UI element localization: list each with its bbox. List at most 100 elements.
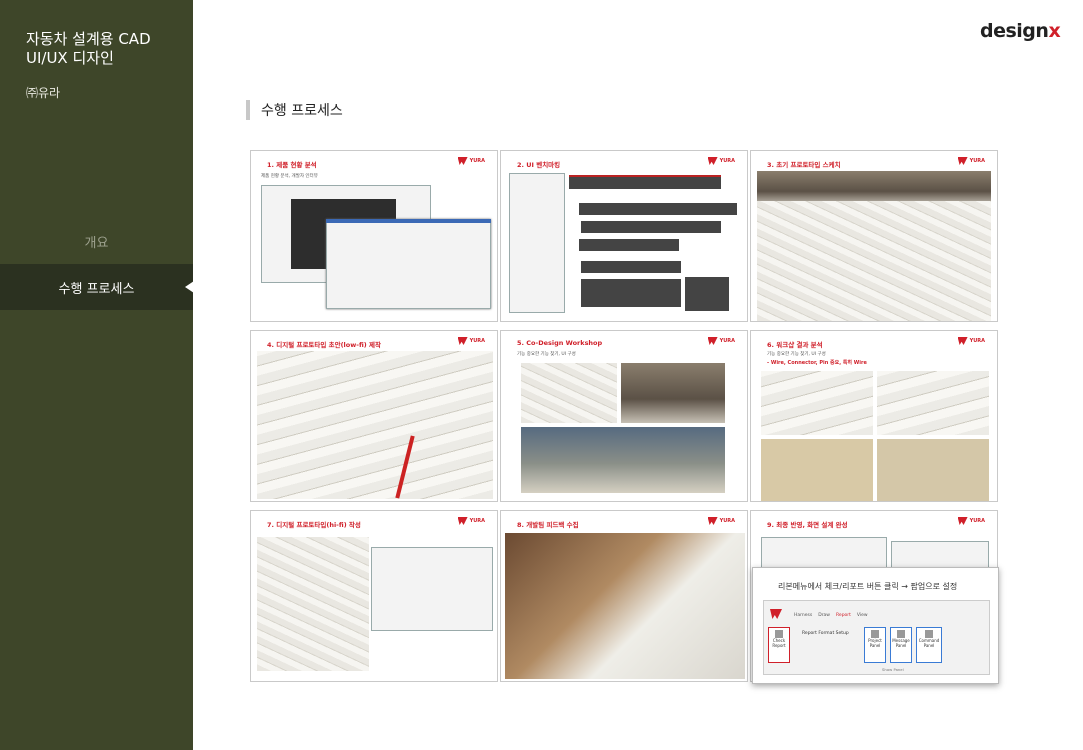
check-report-button[interactable]: Check Report (768, 627, 790, 663)
logo-text: design (980, 20, 1049, 42)
button-label: Check Report (772, 638, 786, 648)
screenshot-ribbon-6 (581, 279, 681, 307)
brand-mark-icon (457, 517, 468, 525)
brand-text: YURA (719, 158, 735, 164)
tab-report[interactable]: Report (836, 613, 851, 618)
card-note: - Wire, Connector, Pin 중요, 특히 Wire (767, 360, 867, 366)
photo-result-1 (761, 371, 873, 435)
app-logo-icon (770, 609, 782, 619)
process-card-8: 8. 개발팀 피드백 수집 YURA (500, 510, 748, 682)
panel-icon (871, 630, 879, 638)
brand-badge: YURA (707, 337, 735, 345)
tab-draw[interactable]: Draw (818, 613, 830, 618)
project-panel-button[interactable]: Project Panel (864, 627, 886, 663)
panel-icon (925, 630, 933, 638)
message-panel-button[interactable]: Message Panel (890, 627, 912, 663)
brand-mark-icon (457, 337, 468, 345)
window-titlebar (326, 219, 491, 223)
screenshot-schematic (326, 219, 491, 309)
nav-item-label: 수행 프로세스 (58, 281, 135, 297)
card-title: 6. 워크샵 결과 분석 (767, 341, 823, 349)
brand-badge: YURA (957, 337, 985, 345)
card-subtitle: 기능 중요한 기능 찾기, UI 구성 (767, 352, 826, 357)
brand-text: YURA (719, 518, 735, 524)
brand-text: YURA (469, 158, 485, 164)
photo-result-2 (877, 371, 989, 435)
brand-mark-icon (957, 157, 968, 165)
process-card-5: 5. Co-Design Workshop YURA 기능 중요한 기능 찾기,… (500, 330, 748, 502)
screenshot-tree-panel (509, 173, 565, 313)
photo-dev-feedback (505, 533, 745, 679)
button-label: Project Panel (868, 638, 882, 648)
brand-badge: YURA (957, 517, 985, 525)
project-title: 자동차 설계용 CAD UI/UX 디자인 (26, 30, 151, 67)
photo-workshop-screen (621, 363, 725, 423)
brand-text: YURA (969, 158, 985, 164)
brand-mark-icon (957, 517, 968, 525)
ribbon-popup-callout: 리본메뉴에서 체크/리포트 버튼 클릭 → 팝업으로 설정 Harness Dr… (752, 567, 999, 684)
screenshot-ribbon-4 (579, 239, 679, 251)
brand-text: YURA (469, 338, 485, 344)
card-title: 3. 초기 프로토타입 스케치 (767, 161, 841, 169)
photo-workshop-team (521, 427, 725, 493)
card-title: 2. UI 벤치마킹 (517, 161, 561, 169)
brand-text: YURA (969, 518, 985, 524)
screenshot-ribbon-7 (685, 277, 729, 311)
process-card-6: 6. 워크샵 결과 분석 YURA 기능 중요한 기능 찾기, UI 구성 - … (750, 330, 998, 502)
brand-badge: YURA (457, 157, 485, 165)
brand-text: YURA (719, 338, 735, 344)
screenshot-hifi-window (371, 547, 493, 631)
brand-logo[interactable]: designx (980, 20, 1061, 42)
panel-icon (897, 630, 905, 638)
popup-title: 리본메뉴에서 체크/리포트 버튼 클릭 → 팝업으로 설정 (778, 582, 958, 591)
photo-result-3 (761, 439, 873, 501)
nav-item-overview[interactable]: 개요 (0, 218, 193, 264)
card-title: 8. 개발팀 피드백 수집 (517, 521, 579, 529)
brand-text: YURA (469, 518, 485, 524)
command-panel-button[interactable]: Command Panel (916, 627, 942, 663)
process-card-2: 2. UI 벤치마킹 YURA (500, 150, 748, 322)
brand-badge: YURA (707, 157, 735, 165)
photo-hifi-prints (257, 537, 369, 671)
card-subtitle: 제품 현황 분석, 개발자 인터뷰 (261, 174, 318, 179)
button-label: Message Panel (892, 638, 910, 648)
brand-badge: YURA (957, 157, 985, 165)
card-title: 7. 디지털 프로토타입(hi-fi) 작성 (267, 521, 361, 529)
card-title: 9. 최종 반영, 화면 설계 완성 (767, 521, 848, 529)
card-title: 5. Co-Design Workshop (517, 339, 603, 347)
brand-badge: YURA (457, 337, 485, 345)
brand-mark-icon (707, 157, 718, 165)
logo-accent: x (1048, 20, 1061, 42)
brand-mark-icon (707, 517, 718, 525)
process-card-3: 3. 초기 프로토타입 스케치 YURA (750, 150, 998, 322)
photo-workshop-room (757, 171, 991, 205)
active-pointer-icon (185, 281, 194, 293)
process-card-1: 1. 제품 현황 분석 YURA 제품 현황 분석, 개발자 인터뷰 (250, 150, 498, 322)
tab-harness[interactable]: Harness (794, 613, 812, 618)
screenshot-ribbon-2 (579, 203, 737, 215)
nav-item-label: 개요 (84, 235, 109, 251)
screenshot-ribbon-1 (569, 175, 721, 189)
card-title: 1. 제품 현황 분석 (267, 161, 317, 169)
ribbon-tabs: Harness Draw Report View (794, 613, 868, 618)
button-label: Command Panel (918, 638, 940, 648)
brand-badge: YURA (707, 517, 735, 525)
process-card-7: 7. 디지털 프로토타입(hi-fi) 작성 YURA (250, 510, 498, 682)
report-icon (775, 630, 783, 638)
nav-item-process[interactable]: 수행 프로세스 (0, 264, 194, 310)
photo-result-4 (877, 439, 989, 501)
section-heading: 수행 프로세스 (246, 100, 343, 120)
process-card-4: 4. 디지털 프로토타입 초안(low-fi) 제작 YURA (250, 330, 498, 502)
photo-sketches-table (757, 201, 991, 321)
brand-mark-icon (707, 337, 718, 345)
client-name: ㈜유라 (26, 86, 61, 100)
screenshot-ribbon-5 (581, 261, 681, 273)
brand-mark-icon (457, 157, 468, 165)
screenshot-ribbon-3 (581, 221, 721, 233)
tab-view[interactable]: View (857, 613, 868, 618)
report-format-setup-button[interactable]: Report Format Setup (802, 631, 849, 636)
sidebar: 자동차 설계용 CAD UI/UX 디자인 ㈜유라 개요 수행 프로세스 (0, 0, 194, 750)
card-title: 4. 디지털 프로토타입 초안(low-fi) 제작 (267, 341, 381, 349)
brand-badge: YURA (457, 517, 485, 525)
section-bar (246, 100, 250, 120)
